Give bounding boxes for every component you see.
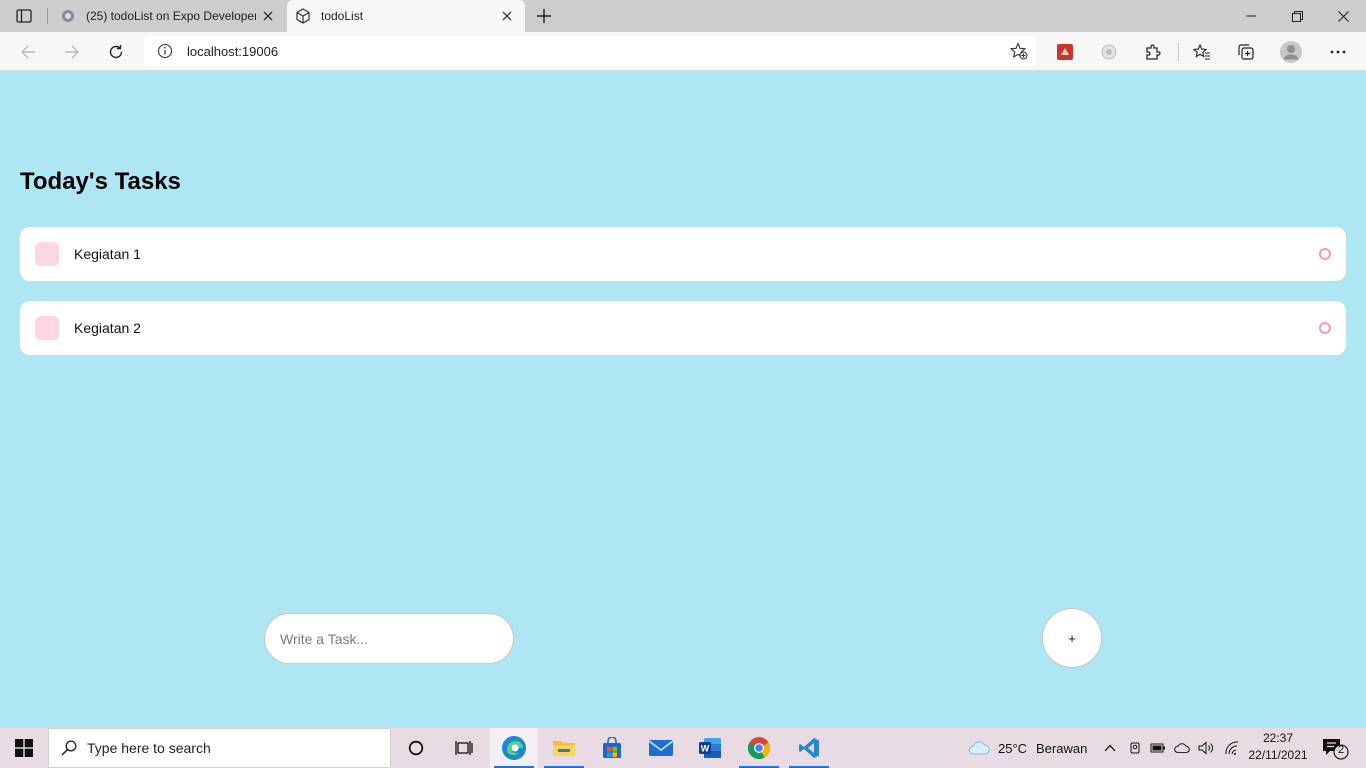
clock-time: 22:37 bbox=[1262, 731, 1294, 745]
tab-separator bbox=[47, 8, 48, 24]
file-explorer-icon[interactable] bbox=[540, 728, 588, 768]
chevron-up-icon[interactable] bbox=[1102, 740, 1118, 756]
task-input[interactable] bbox=[264, 613, 514, 664]
weather-condition[interactable]: Berawan bbox=[1036, 741, 1087, 756]
close-icon[interactable] bbox=[256, 4, 280, 28]
add-favorite-icon[interactable] bbox=[1009, 42, 1028, 65]
collections-icon[interactable] bbox=[1234, 40, 1258, 64]
forward-arrow-icon[interactable] bbox=[58, 38, 86, 66]
task-view-icon[interactable] bbox=[440, 728, 488, 768]
tab-title: (25) todoList on Expo Developer bbox=[86, 9, 256, 23]
vscode-icon[interactable] bbox=[785, 728, 833, 768]
notification-count: 2 bbox=[1337, 744, 1345, 756]
favorites-icon[interactable] bbox=[1190, 40, 1214, 64]
more-options-icon[interactable] bbox=[1326, 40, 1350, 64]
task-item[interactable]: Kegiatan 1 bbox=[20, 227, 1346, 281]
clock-date: 22/11/2021 bbox=[1248, 748, 1308, 762]
mail-icon[interactable] bbox=[637, 728, 685, 768]
tab-todolist[interactable]: todoList bbox=[287, 0, 525, 32]
cortana-icon[interactable] bbox=[392, 728, 440, 768]
add-task-button[interactable]: + bbox=[1042, 608, 1102, 668]
window-close-icon[interactable] bbox=[1320, 0, 1366, 32]
notification-center-icon[interactable]: 2 bbox=[1322, 738, 1352, 765]
search-placeholder: Type here to search bbox=[87, 740, 211, 756]
back-arrow-icon[interactable] bbox=[14, 38, 42, 66]
cube-favicon-icon bbox=[295, 8, 311, 24]
volume-icon[interactable] bbox=[1198, 740, 1214, 756]
taskbar-clock[interactable]: 22:37 22/11/2021 bbox=[1244, 730, 1312, 764]
windows-start-icon[interactable] bbox=[0, 728, 48, 768]
extensions-puzzle-icon[interactable] bbox=[1141, 40, 1165, 64]
battery-icon[interactable] bbox=[1150, 740, 1166, 756]
task-square-icon bbox=[35, 242, 59, 266]
onedrive-cloud-icon[interactable] bbox=[1174, 740, 1190, 756]
taskbar-search-box[interactable]: Type here to search bbox=[48, 728, 391, 768]
wifi-icon[interactable] bbox=[1224, 740, 1240, 756]
page-title: Today's Tasks bbox=[20, 168, 181, 195]
microsoft-store-icon[interactable] bbox=[588, 728, 636, 768]
task-item[interactable]: Kegiatan 2 bbox=[20, 301, 1346, 355]
refresh-icon[interactable] bbox=[102, 38, 130, 66]
browser-tab-strip: (25) todoList on Expo Developer todoList bbox=[0, 0, 1366, 32]
extension-red-icon[interactable] bbox=[1053, 40, 1077, 64]
edge-browser-icon[interactable] bbox=[490, 728, 538, 768]
tab-title: todoList bbox=[321, 9, 364, 23]
address-bar[interactable]: localhost:19006 bbox=[144, 36, 1036, 66]
word-icon[interactable]: W bbox=[686, 728, 734, 768]
expo-favicon-icon bbox=[60, 8, 76, 24]
close-icon[interactable] bbox=[495, 4, 519, 28]
svg-text:W: W bbox=[701, 744, 710, 754]
task-text: Kegiatan 1 bbox=[74, 246, 141, 262]
windows-taskbar: Type here to search W 25°C Berawan 22:37… bbox=[0, 728, 1366, 768]
toolbar-separator bbox=[1178, 43, 1179, 61]
site-info-icon[interactable] bbox=[157, 43, 173, 59]
tab-expo-developer[interactable]: (25) todoList on Expo Developer bbox=[52, 0, 286, 32]
browser-toolbar: localhost:19006 bbox=[0, 32, 1366, 71]
url-text: localhost:19006 bbox=[187, 43, 279, 59]
search-icon bbox=[61, 740, 77, 756]
tab-actions-icon[interactable] bbox=[10, 6, 38, 26]
chrome-icon[interactable] bbox=[735, 728, 783, 768]
restore-icon[interactable] bbox=[1274, 0, 1320, 32]
weather-cloud-icon[interactable] bbox=[968, 740, 990, 756]
profile-avatar-icon[interactable] bbox=[1279, 40, 1303, 64]
meet-now-icon[interactable] bbox=[1127, 740, 1143, 756]
task-text: Kegiatan 2 bbox=[74, 320, 141, 336]
weather-temperature[interactable]: 25°C bbox=[998, 741, 1027, 756]
task-square-icon bbox=[35, 316, 59, 340]
extension-grey-icon[interactable] bbox=[1097, 40, 1121, 64]
task-circle-icon[interactable] bbox=[1319, 322, 1331, 334]
new-tab-icon[interactable] bbox=[533, 5, 555, 27]
minimize-icon[interactable] bbox=[1228, 0, 1274, 32]
task-circle-icon[interactable] bbox=[1319, 248, 1331, 260]
